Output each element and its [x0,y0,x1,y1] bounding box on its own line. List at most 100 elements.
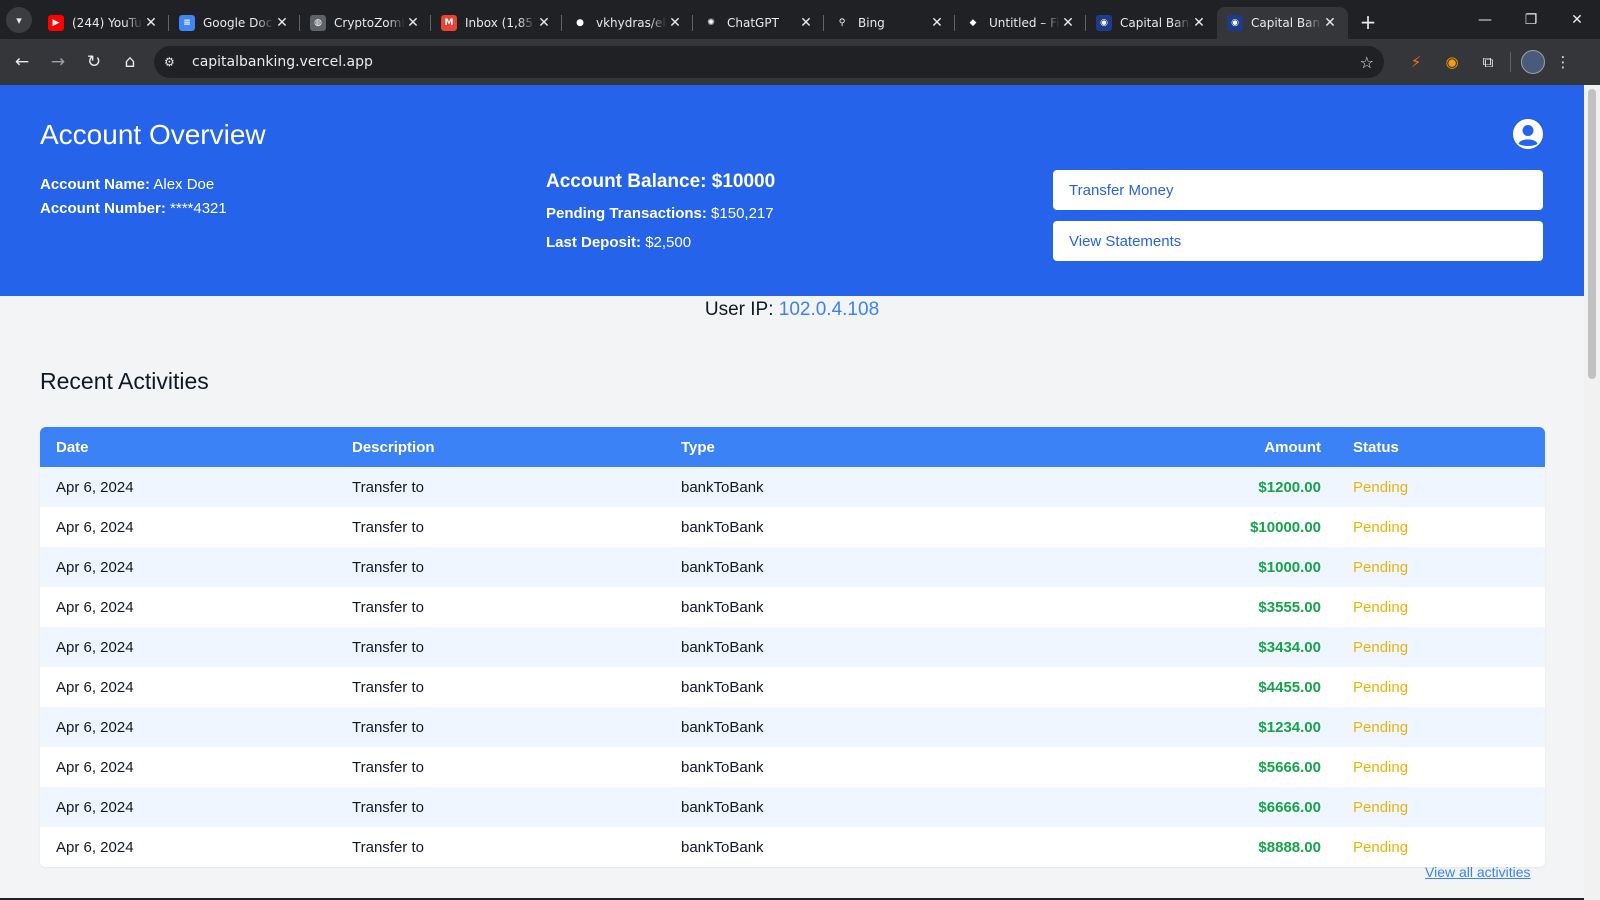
table-row[interactable]: Apr 6, 2024 Transfer to bankToBank $3555.00… [40,587,1545,627]
cell-status: Pending [1353,638,1409,656]
browser-tab[interactable]: M Inbox (1,857)✕ [431,7,562,39]
cell-amount: $1200.00 [1258,478,1321,496]
url-text[interactable]: capitalbanking.vercel.app [186,54,1360,70]
home-icon[interactable]: ⌂ [112,44,148,80]
tab-search-chevron-icon[interactable]: ▾ [6,7,32,33]
cell-description: Transfer to [352,678,424,696]
tab-title: (244) YouTube [72,16,143,30]
scrollbar-thumb[interactable] [1588,89,1596,379]
close-tab-icon[interactable]: ✕ [405,15,421,31]
pending-transactions-row: Pending Transactions: $150,217 [546,205,775,222]
last-deposit-label: Last Deposit: [546,234,642,251]
cell-description: Transfer to [352,558,424,576]
cell-description: Transfer to [352,798,424,816]
view-all-activities-link[interactable]: View all activities [1425,864,1531,880]
view-statements-button[interactable]: View Statements [1053,221,1543,261]
back-arrow-icon[interactable]: ← [4,44,40,80]
cell-status: Pending [1353,478,1409,496]
address-bar[interactable]: ⚙ capitalbanking.vercel.app ☆ [154,46,1384,78]
cell-description: Transfer to [352,638,424,656]
browser-tab[interactable]: ≡ Google Docs ✕ [169,7,300,39]
account-name-label: Account Name: [40,176,151,193]
cell-status: Pending [1353,718,1409,736]
cell-date: Apr 6, 2024 [56,478,134,496]
table-row[interactable]: Apr 6, 2024 Transfer to bankToBank $1200.00… [40,467,1545,507]
close-tab-icon[interactable]: ✕ [143,15,159,31]
transfer-money-button[interactable]: Transfer Money [1053,170,1543,210]
cell-status: Pending [1353,838,1409,856]
tab-title: CryptoZombies [334,16,405,30]
table-row[interactable]: Apr 6, 2024 Transfer to bankToBank $10000.0… [40,507,1545,547]
extension-flame-icon[interactable]: ⚡ [1398,44,1434,80]
table-row[interactable]: Apr 6, 2024 Transfer to bankToBank $8888.00… [40,827,1545,867]
cell-status: Pending [1353,798,1409,816]
cell-date: Apr 6, 2024 [56,678,134,696]
close-tab-icon[interactable]: ✕ [536,15,552,31]
close-tab-icon[interactable]: ✕ [929,15,945,31]
close-tab-icon[interactable]: ✕ [1322,15,1338,31]
cell-type: bankToBank [681,718,764,736]
youtube-icon: ▶ [48,15,64,31]
account-details: Account Name: Alex Doe Account Number: *… [40,173,227,221]
cell-amount: $10000.00 [1250,518,1321,536]
browser-tab[interactable]: ● vkhydras/eli ✕ [562,7,693,39]
page-title: Account Overview [40,119,266,150]
table-row[interactable]: Apr 6, 2024 Transfer to bankToBank $1234.00… [40,707,1545,747]
close-tab-icon[interactable]: ✕ [1191,15,1207,31]
close-tab-icon[interactable]: ✕ [798,15,814,31]
cell-date: Apr 6, 2024 [56,558,134,576]
extension-wifi-icon[interactable]: ◉ [1434,44,1470,80]
browser-tab[interactable]: ◉ Capital Banking✕ [1086,7,1217,39]
browser-menu-kebab-icon[interactable]: ⋮ [1551,44,1575,80]
browser-tab[interactable]: ◆ Untitled – Figma✕ [955,7,1086,39]
account-number-value: ****4321 [170,200,227,217]
cell-amount: $8888.00 [1258,838,1321,856]
capital-banking-icon: ◉ [1096,15,1112,31]
restore-icon[interactable]: ❐ [1508,0,1554,39]
cell-type: bankToBank [681,798,764,816]
browser-tab-strip: ▾ ▶(244) YouTube✕≡Google Docs✕◍CryptoZom… [0,0,1600,39]
new-tab-plus-icon[interactable]: + [1354,8,1382,36]
cell-status: Pending [1353,518,1409,536]
table-row[interactable]: Apr 6, 2024 Transfer to bankToBank $5666.00… [40,747,1545,787]
column-header-status: Status [1353,438,1399,456]
globe-icon: ◍ [310,15,326,31]
account-balance-value: $10000 [711,171,776,192]
tab-title: Untitled – Figma [989,16,1060,30]
extensions-puzzle-icon[interactable]: ⧉ [1470,44,1506,80]
bookmark-star-icon[interactable]: ☆ [1360,53,1374,72]
browser-tab[interactable]: ✺ ChatGPT ✕ [693,7,824,39]
table-row[interactable]: Apr 6, 2024 Transfer to bankToBank $1000.00… [40,547,1545,587]
cell-date: Apr 6, 2024 [56,638,134,656]
forward-arrow-icon[interactable]: → [40,44,76,80]
reload-icon[interactable]: ↻ [76,44,112,80]
cell-type: bankToBank [681,518,764,536]
close-tab-icon[interactable]: ✕ [667,15,683,31]
browser-tab[interactable]: ◉ Capital Banking✕ [1217,7,1348,39]
last-deposit-row: Last Deposit: $2,500 [546,234,775,251]
browser-profile-avatar[interactable] [1521,50,1545,74]
page-scrollbar[interactable] [1584,85,1600,900]
table-row[interactable]: Apr 6, 2024 Transfer to bankToBank $3434.00… [40,627,1545,667]
cell-amount: $6666.00 [1258,798,1321,816]
cell-type: bankToBank [681,478,764,496]
browser-toolbar: ← → ↻ ⌂ ⚙ capitalbanking.vercel.app ☆ ⚡ … [0,39,1600,85]
cell-type: bankToBank [681,678,764,696]
minimize-icon[interactable]: — [1462,0,1508,39]
browser-tab[interactable]: ▶ (244) YouTube✕ [38,7,169,39]
user-profile-icon[interactable] [1512,118,1544,150]
cell-date: Apr 6, 2024 [56,798,134,816]
cell-status: Pending [1353,558,1409,576]
table-row[interactable]: Apr 6, 2024 Transfer to bankToBank $4455.00… [40,667,1545,707]
table-row[interactable]: Apr 6, 2024 Transfer to bankToBank $6666.00… [40,787,1545,827]
close-tab-icon[interactable]: ✕ [274,15,290,31]
browser-tab[interactable]: ⚲ Bing ✕ [824,7,955,39]
bing-search-icon: ⚲ [834,15,850,31]
cell-amount: $3555.00 [1258,598,1321,616]
cell-date: Apr 6, 2024 [56,838,134,856]
site-info-icon[interactable]: ⚙ [164,55,186,69]
browser-tab[interactable]: ◍ CryptoZombies✕ [300,7,431,39]
github-icon: ● [572,15,588,31]
close-window-icon[interactable]: ✕ [1554,0,1600,39]
close-tab-icon[interactable]: ✕ [1060,15,1076,31]
